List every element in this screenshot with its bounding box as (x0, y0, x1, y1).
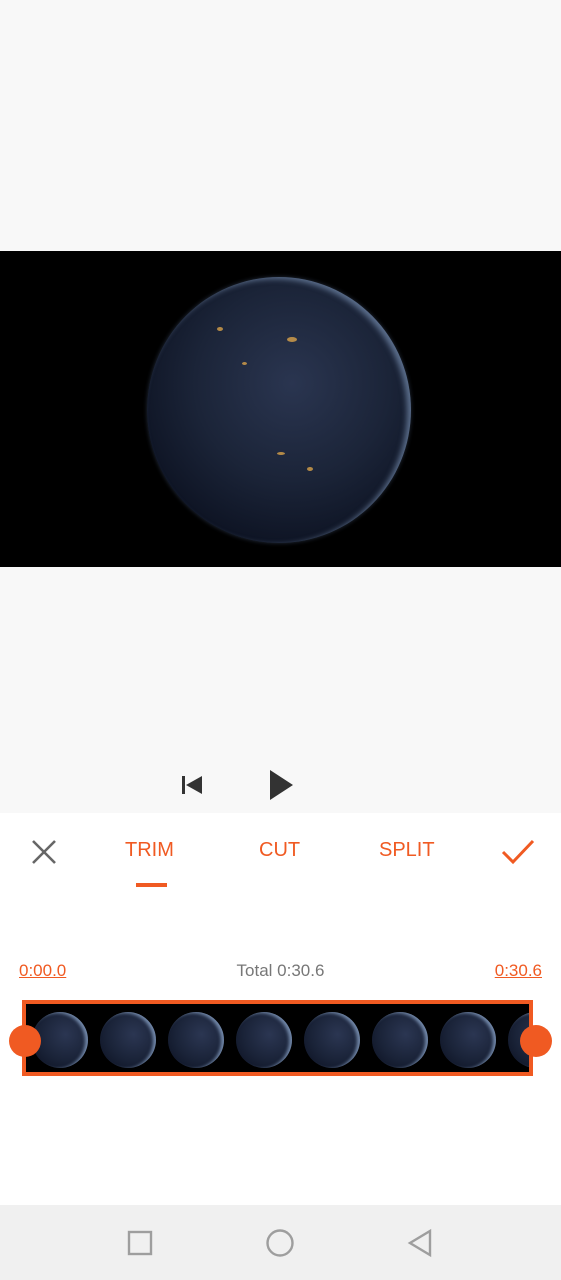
total-duration: Total 0:30.6 (236, 961, 325, 980)
timeline-thumbnail (304, 1012, 360, 1068)
recents-button[interactable] (124, 1227, 156, 1259)
system-navigation-bar (0, 1205, 561, 1280)
trim-end-time[interactable]: 0:30.6 (495, 961, 542, 981)
home-button[interactable] (264, 1227, 296, 1259)
close-icon (32, 840, 56, 864)
playback-controls (0, 765, 561, 805)
square-icon (127, 1230, 153, 1256)
confirm-button[interactable] (500, 835, 535, 869)
trim-start-handle[interactable] (9, 1025, 41, 1057)
earth-video-frame (147, 277, 411, 543)
play-icon (270, 770, 293, 800)
tab-cut[interactable]: CUT (259, 839, 300, 862)
play-button[interactable] (261, 765, 301, 805)
triangle-back-icon (407, 1228, 432, 1258)
timeline-strip[interactable] (22, 1000, 533, 1076)
active-tab-indicator (136, 883, 167, 887)
timeline-thumbnail (168, 1012, 224, 1068)
timeline-thumbnail (236, 1012, 292, 1068)
circle-icon (266, 1229, 294, 1257)
timeline-thumbnail (100, 1012, 156, 1068)
trim-end-handle[interactable] (520, 1025, 552, 1057)
timeline-thumbnail (372, 1012, 428, 1068)
timeline-thumbnail (440, 1012, 496, 1068)
cancel-button[interactable] (27, 835, 61, 869)
trim-panel: TRIM CUT SPLIT 0:00.0 Total 0:30.6 0:30.… (0, 813, 561, 1205)
skip-to-start-button[interactable] (172, 765, 212, 805)
skip-to-start-icon (182, 776, 202, 794)
tab-split[interactable]: SPLIT (379, 839, 435, 862)
back-button[interactable] (404, 1227, 436, 1259)
tab-trim[interactable]: TRIM (125, 839, 174, 862)
check-icon (501, 839, 535, 865)
